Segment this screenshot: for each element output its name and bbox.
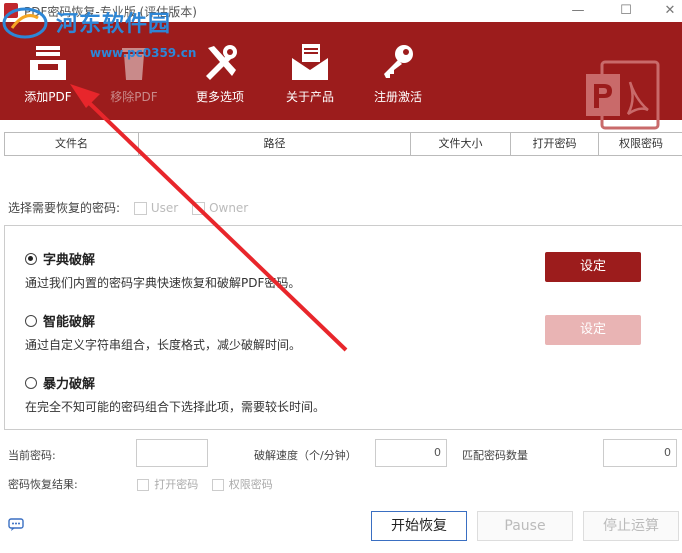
tools-icon: [206, 45, 237, 80]
file-table-header: 文件名 路径 文件大小 打开密码 权限密码: [4, 132, 682, 156]
dictionary-settings-button[interactable]: 设定: [545, 252, 641, 282]
brute-force-desc: 在完全不知可能的密码组合下选择此项，需要较长时间。: [25, 400, 326, 414]
speed-field: 0: [375, 439, 447, 467]
smart-radio[interactable]: [25, 314, 37, 327]
watermark-logo-icon: [2, 7, 48, 39]
smart-mode[interactable]: 智能破解 通过自定义字符串组合，长度格式，减少破解时间。: [25, 310, 301, 353]
result-permission-label: 权限密码: [228, 478, 273, 491]
about-button[interactable]: 关于产品: [274, 22, 346, 120]
envelope-icon: [292, 44, 328, 80]
smart-settings-button[interactable]: 设定: [545, 315, 641, 345]
brute-force-radio[interactable]: [25, 376, 37, 389]
start-recovery-button[interactable]: 开始恢复: [371, 511, 467, 541]
pdf-logo-icon: [586, 60, 660, 130]
recovery-result: 密码恢复结果: 打开密码 权限密码: [8, 476, 273, 492]
pause-button[interactable]: Pause: [477, 511, 573, 541]
col-open-password[interactable]: 打开密码: [511, 133, 599, 155]
password-type-select: 选择需要恢复的密码: User Owner: [8, 199, 248, 216]
dictionary-desc: 通过我们内置的密码字典快速恢复和破解PDF密码。: [25, 276, 301, 290]
maximize-button[interactable]: ☐: [616, 2, 636, 20]
match-count-label: 匹配密码数量: [462, 449, 528, 462]
smart-title: 智能破解: [43, 315, 96, 330]
password-type-label: 选择需要恢复的密码:: [8, 201, 121, 215]
add-pdf-label: 添加PDF: [24, 90, 72, 104]
speed-label: 破解速度（个/分钟）: [254, 449, 357, 462]
more-options-label: 更多选项: [195, 90, 244, 104]
minimize-button[interactable]: —: [568, 2, 588, 20]
col-permission-password[interactable]: 权限密码: [599, 133, 682, 155]
watermark-url: www.pc0359.cn: [90, 46, 197, 60]
stop-button[interactable]: 停止运算: [583, 511, 679, 541]
dictionary-title: 字典破解: [43, 253, 96, 268]
close-button[interactable]: ✕: [660, 2, 680, 20]
dictionary-mode[interactable]: 字典破解 通过我们内置的密码字典快速恢复和破解PDF密码。: [25, 248, 300, 291]
brute-force-mode[interactable]: 暴力破解 在完全不知可能的密码组合下选择此项，需要较长时间。: [25, 372, 325, 415]
owner-checkbox[interactable]: [192, 202, 206, 215]
col-filename[interactable]: 文件名: [5, 133, 139, 155]
dictionary-radio[interactable]: [25, 252, 37, 265]
key-icon: [384, 45, 413, 78]
watermark: 河东软件园 www.pc0359.cn: [0, 2, 200, 62]
remove-pdf-label: 移除PDF: [110, 90, 158, 104]
about-label: 关于产品: [285, 90, 334, 104]
owner-label: Owner: [209, 201, 249, 215]
current-password-field: [136, 439, 208, 467]
col-path[interactable]: 路径: [139, 133, 411, 155]
smart-desc: 通过自定义字符串组合，长度格式，减少破解时间。: [25, 338, 302, 352]
col-filesize[interactable]: 文件大小: [411, 133, 511, 155]
register-label: 注册激活: [373, 90, 422, 104]
user-label: User: [150, 201, 179, 215]
register-button[interactable]: 注册激活: [362, 22, 434, 120]
match-count-field: 0: [603, 439, 677, 467]
result-permission-checkbox[interactable]: [211, 479, 224, 491]
chat-icon[interactable]: [8, 518, 24, 531]
recovery-result-label: 密码恢复结果:: [8, 478, 78, 491]
current-password-label: 当前密码:: [8, 449, 56, 462]
attack-mode-panel: 字典破解 通过我们内置的密码字典快速恢复和破解PDF密码。 设定 智能破解 通过…: [4, 225, 682, 430]
result-open-label: 打开密码: [154, 478, 199, 491]
watermark-name: 河东软件园: [56, 12, 172, 37]
result-open-checkbox[interactable]: [137, 479, 150, 491]
brute-force-title: 暴力破解: [43, 377, 96, 392]
user-checkbox[interactable]: [133, 202, 147, 215]
